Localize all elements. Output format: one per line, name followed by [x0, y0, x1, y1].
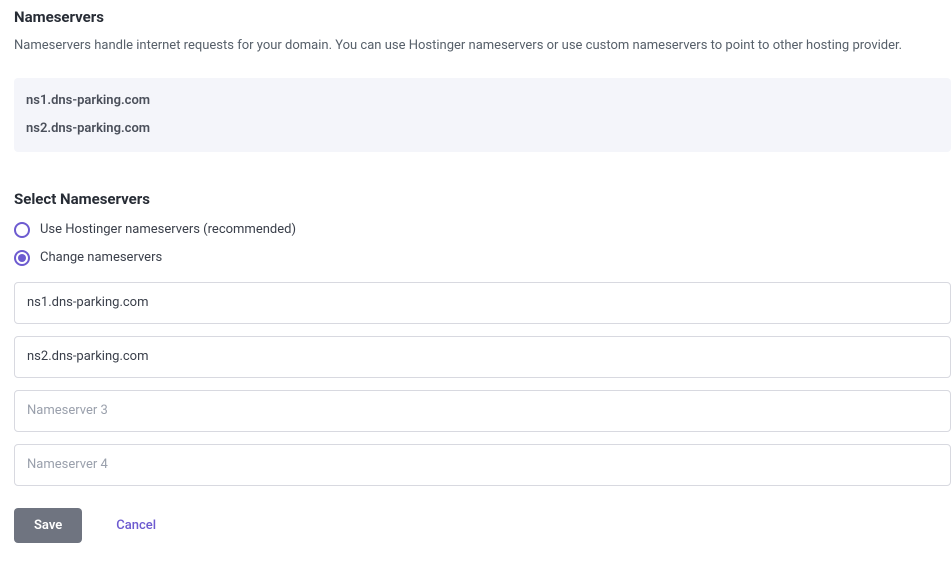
select-nameservers-title: Select Nameservers: [14, 190, 951, 208]
radio-unselected-icon: [14, 222, 30, 238]
nameserver-2-input[interactable]: [14, 336, 951, 378]
radio-change-nameservers[interactable]: Change nameservers: [14, 250, 951, 266]
page-description: Nameservers handle internet requests for…: [14, 36, 951, 56]
current-nameserver-1: ns1.dns-parking.com: [26, 92, 939, 110]
radio-change-label: Change nameservers: [40, 250, 162, 265]
nameserver-4-input[interactable]: [14, 444, 951, 486]
radio-hostinger-nameservers[interactable]: Use Hostinger nameservers (recommended): [14, 222, 951, 238]
radio-hostinger-label: Use Hostinger nameservers (recommended): [40, 222, 296, 237]
nameserver-3-input[interactable]: [14, 390, 951, 432]
page-title: Nameservers: [14, 8, 951, 26]
current-nameserver-2: ns2.dns-parking.com: [26, 120, 939, 138]
radio-selected-icon: [14, 250, 30, 266]
cancel-button[interactable]: Cancel: [116, 518, 156, 533]
nameserver-1-input[interactable]: [14, 282, 951, 324]
current-nameservers-box: ns1.dns-parking.com ns2.dns-parking.com: [14, 78, 951, 152]
save-button[interactable]: Save: [14, 508, 82, 543]
